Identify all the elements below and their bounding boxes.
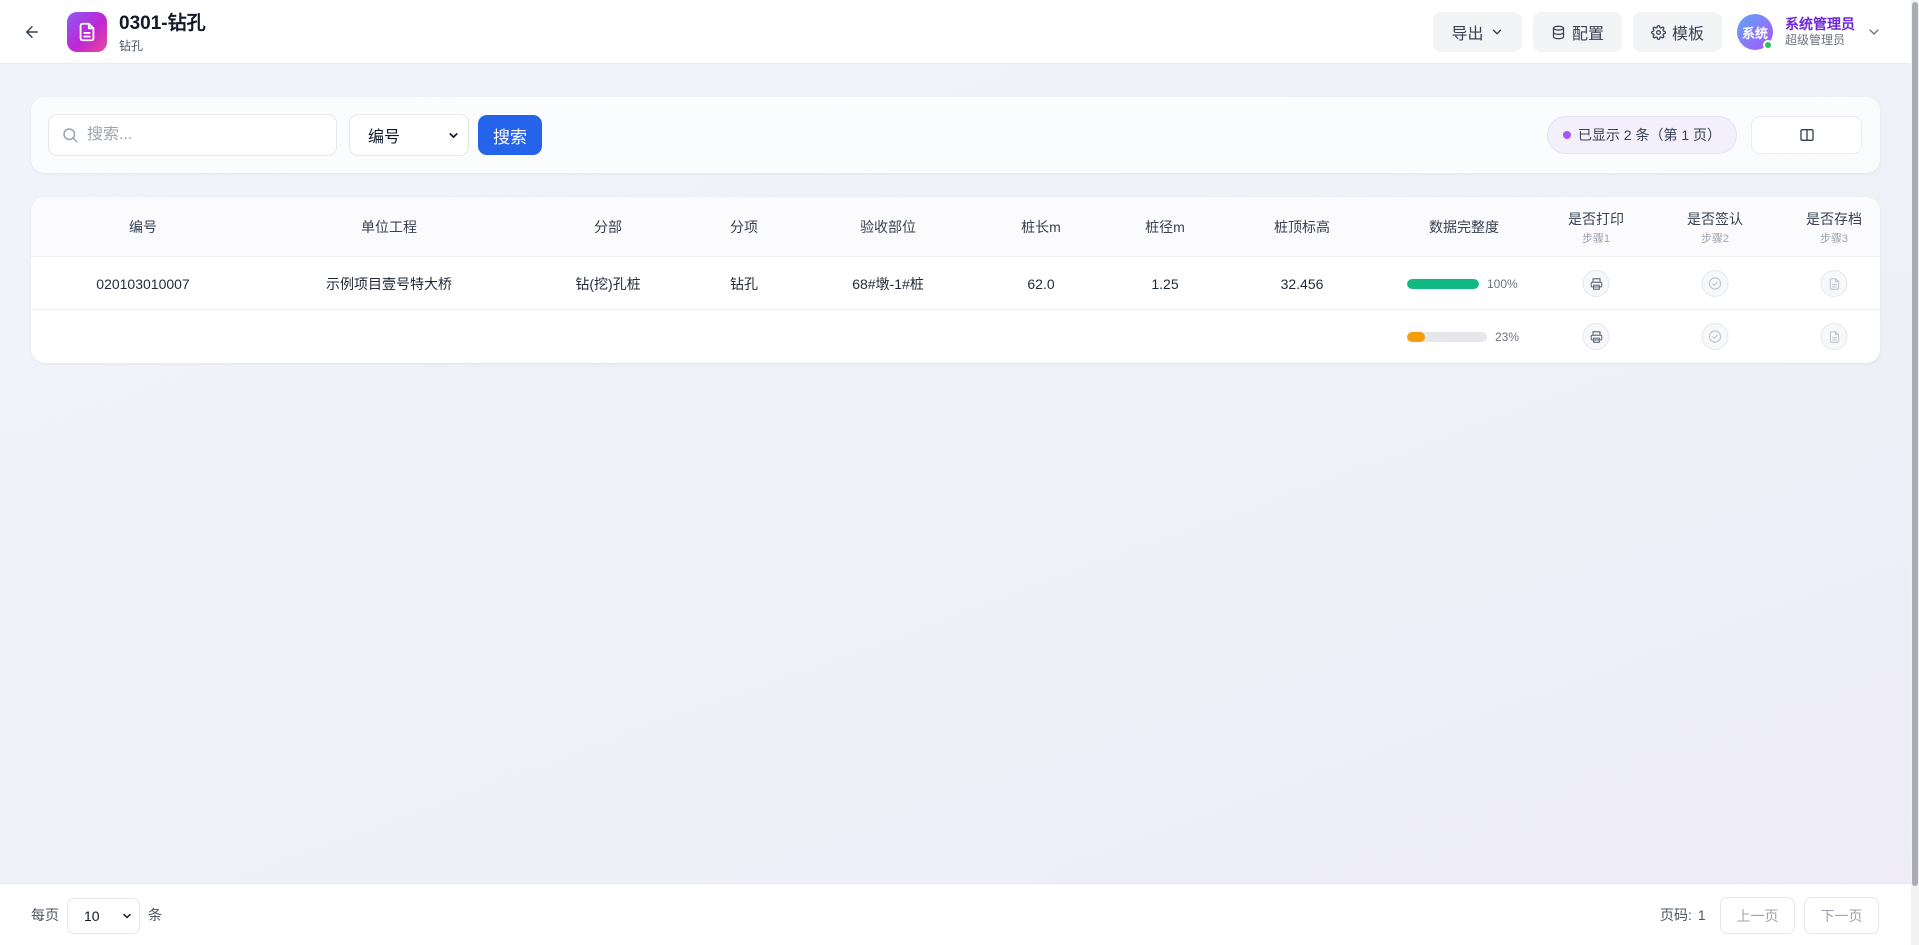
column-header[interactable]: 分项 — [730, 197, 758, 257]
check-circle-icon — [1708, 330, 1722, 343]
progress-percent: 100% — [1487, 276, 1518, 291]
chevron-down-icon — [1869, 29, 1879, 35]
column-header-sign[interactable]: 是否签认 步骤2 — [1687, 197, 1743, 257]
template-button[interactable]: 模板 — [1633, 12, 1722, 52]
table-row[interactable]: 020103010007 示例项目壹号特大桥 钻(挖)孔桩 钻孔 68#墩-1#… — [31, 257, 1880, 310]
completeness-progress: 23% — [1407, 310, 1519, 363]
cell-division: 钻(挖)孔桩 — [575, 275, 641, 292]
export-button[interactable]: 导出 — [1433, 12, 1522, 52]
column-header[interactable]: 数据完整度 — [1429, 197, 1499, 257]
filter-toolbar: 编号 搜索 已显示 2 条（第 1 页） — [31, 97, 1880, 173]
cell-code: 020103010007 — [96, 275, 190, 292]
progress-percent: 23% — [1495, 329, 1520, 344]
column-header[interactable]: 桩长m — [1021, 197, 1061, 257]
table-row[interactable]: 23% — [31, 310, 1880, 363]
search-icon — [63, 128, 78, 143]
file-icon — [1829, 277, 1839, 290]
column-header-step: 步骤3 — [1819, 232, 1849, 245]
column-header-label: 是否存档 — [1806, 210, 1862, 227]
column-header[interactable]: 单位工程 — [361, 197, 417, 257]
page-number: 1 — [1697, 907, 1706, 923]
progress-track — [1407, 278, 1479, 289]
check-circle-icon — [1708, 277, 1722, 290]
next-page-button[interactable]: 下一页 — [1804, 897, 1879, 934]
app-logo — [67, 12, 107, 52]
column-header[interactable]: 验收部位 — [860, 197, 916, 257]
print-status-button[interactable] — [1582, 323, 1610, 350]
page-title: 0301-钻孔 — [119, 13, 206, 34]
config-button[interactable]: 配置 — [1533, 12, 1622, 52]
column-header-label: 是否签认 — [1687, 210, 1743, 227]
per-page-label: 每页 — [31, 907, 59, 923]
column-toggle-button[interactable] — [1751, 116, 1862, 154]
gear-icon — [1651, 24, 1666, 40]
page-indicator: 页码: 1 — [1660, 884, 1706, 945]
chevron-down-icon — [123, 913, 131, 919]
progress-fill — [1407, 331, 1426, 342]
chevron-down-icon — [1492, 29, 1501, 35]
pagination-footer: 每页 10 条 页码: 1 上一页 下一页 — [0, 883, 1911, 945]
user-info[interactable]: 系统管理员 超级管理员 — [1785, 16, 1855, 48]
prev-page-button[interactable]: 上一页 — [1720, 897, 1795, 934]
column-header[interactable]: 桩径m — [1145, 197, 1185, 257]
count-dot — [1562, 131, 1571, 139]
column-header-label: 是否打印 — [1568, 210, 1624, 227]
column-header-print[interactable]: 是否打印 步骤1 — [1568, 197, 1624, 257]
columns-icon — [1799, 129, 1814, 141]
user-role: 超级管理员 — [1785, 33, 1846, 47]
cell-pile-length: 62.0 — [1027, 275, 1055, 292]
column-header-step: 步骤2 — [1700, 232, 1730, 245]
printer-icon — [1590, 330, 1602, 343]
top-header: 0301-钻孔 钻孔 导出 配置 模板 系统 系统管理员 超级管理员 — [0, 0, 1911, 64]
chevron-down-icon — [449, 132, 458, 138]
column-header-archive[interactable]: 是否存档 步骤3 — [1806, 197, 1862, 257]
cell-location: 68#墩-1#桩 — [852, 275, 924, 292]
column-header[interactable]: 编号 — [129, 197, 157, 257]
document-icon — [79, 22, 95, 42]
arrow-left-icon — [26, 26, 38, 38]
cell-pile-top-elevation: 32.456 — [1280, 275, 1324, 292]
column-header-step: 步骤1 — [1581, 232, 1611, 245]
record-count-badge: 已显示 2 条（第 1 页） — [1547, 116, 1737, 154]
user-name: 系统管理员 — [1785, 16, 1855, 32]
record-count-text: 已显示 2 条（第 1 页） — [1577, 127, 1722, 143]
progress-track — [1407, 331, 1487, 342]
cell-item: 钻孔 — [730, 275, 758, 292]
search-box[interactable] — [48, 114, 337, 156]
column-header[interactable]: 分部 — [594, 197, 622, 257]
search-field-value: 编号 — [368, 129, 401, 146]
print-status-button[interactable] — [1582, 270, 1610, 297]
page-size-select[interactable]: 10 — [67, 898, 140, 934]
page-size-value: 10 — [84, 908, 100, 924]
export-label: 导出 — [1451, 26, 1484, 43]
archive-status-button[interactable] — [1820, 270, 1848, 297]
column-header[interactable]: 桩顶标高 — [1274, 197, 1330, 257]
title-block: 0301-钻孔 钻孔 — [119, 12, 206, 54]
user-menu-toggle[interactable] — [1866, 24, 1882, 40]
file-icon — [1829, 330, 1839, 343]
completeness-progress: 100% — [1407, 257, 1518, 310]
data-table: 编号 单位工程 分部 分项 验收部位 桩长m 桩径m 桩顶标高 数据完整度 是否… — [31, 197, 1880, 363]
page-label: 页码: — [1660, 907, 1692, 923]
cell-pile-diameter: 1.25 — [1151, 275, 1179, 292]
template-label: 模板 — [1671, 26, 1704, 43]
search-button[interactable]: 搜索 — [478, 115, 542, 155]
online-status-dot — [1763, 40, 1773, 50]
per-page-unit: 条 — [148, 907, 162, 923]
back-button[interactable] — [18, 18, 46, 46]
database-icon — [1552, 25, 1565, 39]
search-input[interactable] — [87, 126, 317, 144]
config-label: 配置 — [1571, 26, 1604, 43]
search-field-select[interactable]: 编号 — [349, 114, 469, 156]
page-subtitle: 钻孔 — [119, 39, 144, 53]
printer-icon — [1590, 277, 1602, 290]
sign-status-button[interactable] — [1701, 323, 1729, 350]
sign-status-button[interactable] — [1701, 270, 1729, 297]
archive-status-button[interactable] — [1820, 323, 1848, 350]
scrollbar-thumb[interactable] — [1912, 2, 1918, 886]
cell-unit-project: 示例项目壹号特大桥 — [326, 275, 452, 292]
progress-fill — [1407, 278, 1479, 289]
table-header: 编号 单位工程 分部 分项 验收部位 桩长m 桩径m 桩顶标高 数据完整度 是否… — [31, 197, 1880, 257]
